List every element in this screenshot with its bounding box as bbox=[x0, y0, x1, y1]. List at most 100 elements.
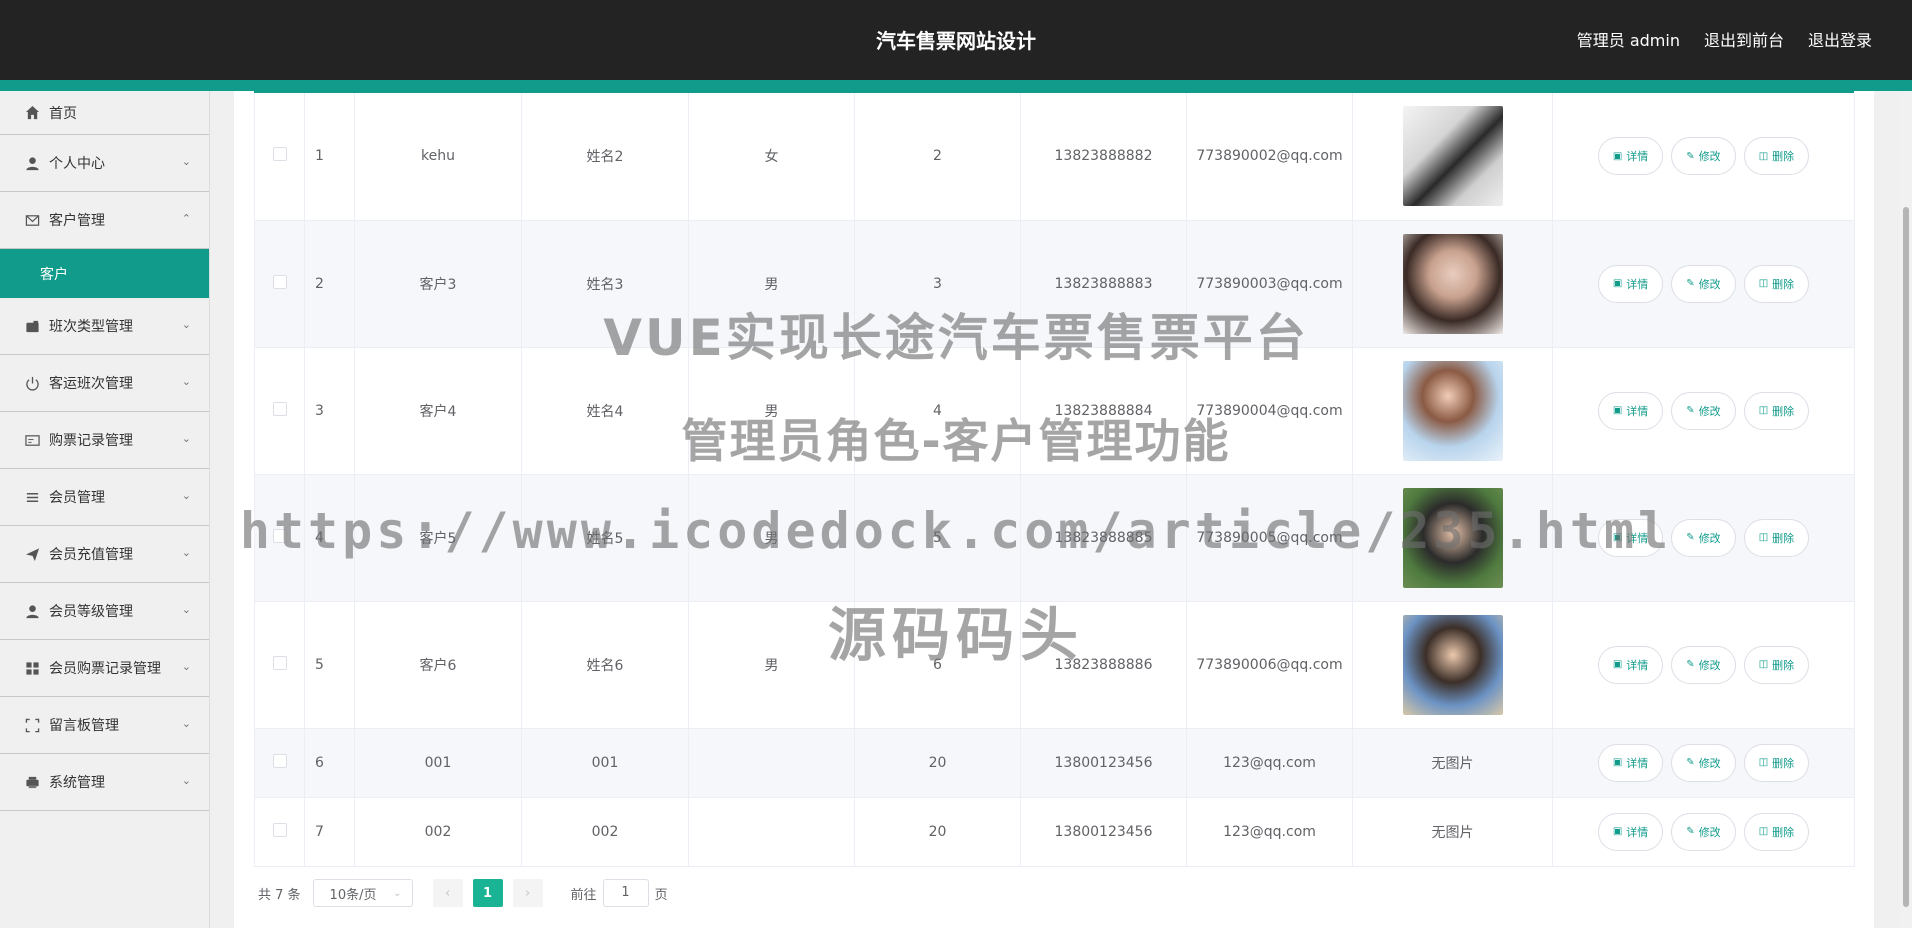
customer-photo bbox=[1402, 106, 1503, 207]
printer-icon bbox=[24, 774, 40, 790]
document-icon: ▣ bbox=[1612, 532, 1623, 543]
row-checkbox[interactable] bbox=[272, 822, 287, 837]
accent-bar bbox=[0, 80, 1912, 91]
top-header: 汽车售票网站设计 管理员 admin 退出到前台 退出登录 bbox=[0, 0, 1912, 80]
customer-account: 客户5 bbox=[354, 474, 522, 602]
sidebar-item-label: 个人中心 bbox=[49, 156, 105, 172]
detail-button[interactable]: ▣ 详情 bbox=[1597, 264, 1664, 303]
row-actions: ▣ 详情 ✎ 修改 ◫ 删除 bbox=[1552, 347, 1855, 475]
delete-button[interactable]: ◫ 删除 bbox=[1743, 518, 1810, 557]
edit-button[interactable]: ✎ 修改 bbox=[1671, 137, 1736, 176]
detail-label: 详情 bbox=[1626, 825, 1649, 839]
sidebar-item-member-levels[interactable]: 会员等级管理 ⌄ bbox=[0, 583, 209, 640]
detail-button[interactable]: ▣ 详情 bbox=[1597, 518, 1664, 557]
delete-label: 删除 bbox=[1772, 150, 1795, 164]
detail-button[interactable]: ▣ 详情 bbox=[1597, 645, 1664, 684]
row-checkbox[interactable] bbox=[272, 753, 287, 768]
customer-photo-cell bbox=[1352, 474, 1553, 602]
sidebar-item-system[interactable]: 系统管理 ⌄ bbox=[0, 754, 209, 811]
sidebar-item-customers[interactable]: 客户管理 ⌃ bbox=[0, 192, 209, 249]
row-checkbox[interactable] bbox=[272, 528, 287, 543]
customer-name: 002 bbox=[521, 797, 689, 867]
edit-button[interactable]: ✎ 修改 bbox=[1671, 812, 1736, 851]
chevron-down-icon: ⌄ bbox=[181, 546, 191, 559]
detail-label: 详情 bbox=[1626, 404, 1649, 418]
sidebar-item-profile[interactable]: 个人中心 ⌄ bbox=[0, 135, 209, 192]
prev-page-button[interactable]: ‹ bbox=[432, 879, 463, 907]
edit-button[interactable]: ✎ 修改 bbox=[1671, 743, 1736, 782]
edit-label: 修改 bbox=[1698, 277, 1721, 291]
row-checkbox[interactable] bbox=[272, 655, 287, 670]
delete-button[interactable]: ◫ 删除 bbox=[1743, 812, 1810, 851]
customer-age: 2 bbox=[854, 93, 1021, 221]
customer-email: 773890006@qq.com bbox=[1186, 601, 1353, 729]
exit-to-front-link[interactable]: 退出到前台 bbox=[1704, 0, 1784, 80]
edit-label: 修改 bbox=[1698, 531, 1721, 545]
sidebar-item-bus-schedules[interactable]: 客运班次管理 ⌄ bbox=[0, 355, 209, 412]
chevron-down-icon: ⌄ bbox=[181, 375, 191, 388]
customer-name: 姓名2 bbox=[521, 93, 689, 221]
detail-button[interactable]: ▣ 详情 bbox=[1597, 137, 1664, 176]
sidebar-item-schedule-types[interactable]: 班次类型管理 ⌄ bbox=[0, 298, 209, 355]
page-number-current[interactable]: 1 bbox=[472, 879, 503, 907]
main-content: 1 kehu 姓名2 女 2 13823888882 773890002@qq.… bbox=[234, 91, 1874, 928]
delete-button[interactable]: ◫ 删除 bbox=[1743, 391, 1810, 430]
wallet-icon bbox=[24, 318, 40, 334]
edit-button[interactable]: ✎ 修改 bbox=[1671, 518, 1736, 557]
edit-label: 修改 bbox=[1698, 150, 1721, 164]
sidebar-item-ticket-records[interactable]: 购票记录管理 ⌄ bbox=[0, 412, 209, 469]
chevron-down-icon: ⌄ bbox=[181, 432, 191, 445]
chevron-down-icon: ⌄ bbox=[181, 318, 191, 331]
detail-label: 详情 bbox=[1626, 531, 1649, 545]
chevron-down-icon: ⌄ bbox=[181, 155, 191, 168]
customer-gender: 男 bbox=[688, 474, 855, 602]
customer-name: 姓名5 bbox=[521, 474, 689, 602]
sidebar-item-label: 客户管理 bbox=[49, 213, 105, 229]
sidebar-item-members[interactable]: 会员管理 ⌄ bbox=[0, 469, 209, 526]
edit-button[interactable]: ✎ 修改 bbox=[1671, 645, 1736, 684]
edit-button[interactable]: ✎ 修改 bbox=[1671, 391, 1736, 430]
scrollbar-thumb[interactable] bbox=[1903, 207, 1909, 907]
detail-button[interactable]: ▣ 详情 bbox=[1597, 391, 1664, 430]
sidebar-item-message-board[interactable]: 留言板管理 ⌄ bbox=[0, 697, 209, 754]
sidebar-item-member-ticket-records[interactable]: 会员购票记录管理 ⌄ bbox=[0, 640, 209, 697]
delete-button[interactable]: ◫ 删除 bbox=[1743, 137, 1810, 176]
detail-label: 详情 bbox=[1626, 756, 1649, 770]
detail-button[interactable]: ▣ 详情 bbox=[1597, 812, 1664, 851]
sidebar-item-home[interactable]: 首页 bbox=[0, 91, 209, 135]
row-checkbox[interactable] bbox=[272, 274, 287, 289]
delete-button[interactable]: ◫ 删除 bbox=[1743, 645, 1810, 684]
send-icon bbox=[24, 546, 40, 562]
edit-label: 修改 bbox=[1698, 756, 1721, 770]
delete-button[interactable]: ◫ 删除 bbox=[1743, 264, 1810, 303]
no-photo-label: 无图片 bbox=[1431, 824, 1474, 841]
row-actions: ▣ 详情 ✎ 修改 ◫ 删除 bbox=[1552, 728, 1855, 798]
vertical-scrollbar[interactable] bbox=[1900, 91, 1912, 928]
table-row: 1 kehu 姓名2 女 2 13823888882 773890002@qq.… bbox=[254, 93, 1855, 221]
customer-photo-cell bbox=[1352, 601, 1553, 729]
goto-page-input[interactable]: 1 bbox=[602, 879, 649, 907]
delete-button[interactable]: ◫ 删除 bbox=[1743, 743, 1810, 782]
customer-phone: 13800123456 bbox=[1020, 797, 1187, 867]
row-checkbox[interactable] bbox=[272, 147, 287, 162]
customer-name: 001 bbox=[521, 728, 689, 798]
customer-photo-cell: 无图片 bbox=[1352, 728, 1553, 798]
edit-button[interactable]: ✎ 修改 bbox=[1671, 264, 1736, 303]
delete-label: 删除 bbox=[1772, 404, 1795, 418]
chevron-down-icon: ⌄ bbox=[181, 660, 191, 673]
next-page-button[interactable]: › bbox=[512, 879, 543, 907]
admin-user-label[interactable]: 管理员 admin bbox=[1577, 0, 1680, 80]
detail-button[interactable]: ▣ 详情 bbox=[1597, 743, 1664, 782]
sidebar-item-member-recharge[interactable]: 会员充值管理 ⌄ bbox=[0, 526, 209, 583]
page-suffix-label: 页 bbox=[654, 887, 668, 903]
submenu-item-customer[interactable]: 客户 bbox=[0, 249, 209, 298]
chevron-up-icon: ⌃ bbox=[181, 212, 191, 225]
pencil-icon: ✎ bbox=[1686, 278, 1695, 289]
document-icon: ▣ bbox=[1612, 757, 1623, 768]
customer-phone: 13823888882 bbox=[1020, 93, 1187, 221]
user-icon bbox=[24, 155, 40, 171]
page-size-select[interactable]: 10条/页 ⌄ bbox=[312, 879, 413, 907]
table-row: 2 客户3 姓名3 男 3 13823888883 773890003@qq.c… bbox=[254, 220, 1855, 348]
logout-link[interactable]: 退出登录 bbox=[1808, 0, 1872, 80]
row-checkbox[interactable] bbox=[272, 401, 287, 416]
